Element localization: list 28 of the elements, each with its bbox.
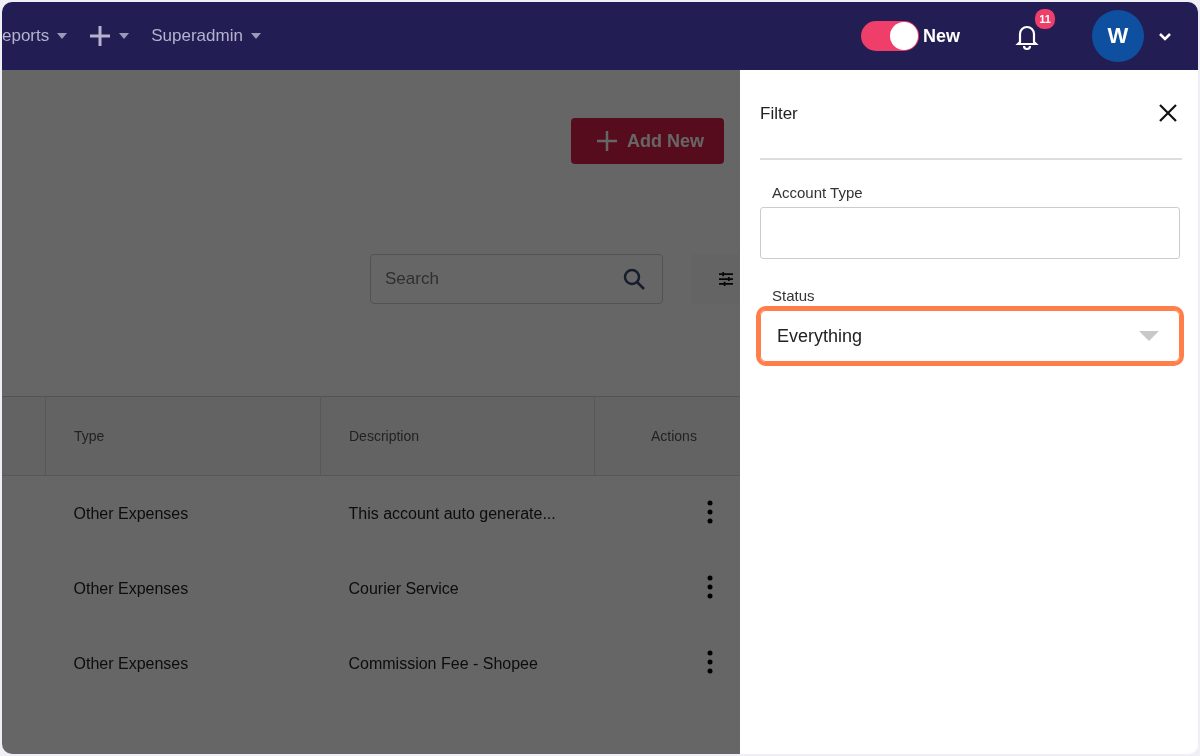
search-icon <box>623 268 645 290</box>
column-header: Actions <box>594 396 740 476</box>
table-cell-text: Commission Fee - Shopee <box>347 653 539 674</box>
toggle-switch[interactable] <box>861 21 919 51</box>
column-header: Description <box>320 396 595 476</box>
plus-icon <box>89 25 112 47</box>
nav-menu[interactable]: Superadmin <box>151 26 261 46</box>
account-type-field[interactable] <box>760 207 1180 259</box>
chevron-icon[interactable] <box>1158 31 1172 41</box>
caret-icon <box>250 33 261 39</box>
table-cell-text: Courier Service <box>347 578 460 599</box>
table-cell: This account auto generate... <box>320 475 595 551</box>
caret-icon <box>1139 331 1159 341</box>
caret-icon <box>119 33 130 39</box>
column-header: Type <box>45 396 321 476</box>
panel-title: Filter <box>760 104 798 124</box>
new-toggle[interactable]: New <box>861 21 960 51</box>
notification-badge: 11 <box>1034 8 1056 30</box>
user-avatar[interactable]: W <box>1092 10 1144 62</box>
table-cell-text: Other Expenses <box>72 653 190 674</box>
nav-menu[interactable]: eports <box>2 26 68 46</box>
plus-icon <box>597 131 617 151</box>
table-cell: Other Expenses <box>45 475 321 551</box>
field-label: Status <box>772 287 816 304</box>
field-label: Account Type <box>772 184 864 201</box>
table-cell-text: Other Expenses <box>72 578 190 599</box>
caret-icon <box>57 33 68 39</box>
add-menu[interactable] <box>89 25 130 47</box>
